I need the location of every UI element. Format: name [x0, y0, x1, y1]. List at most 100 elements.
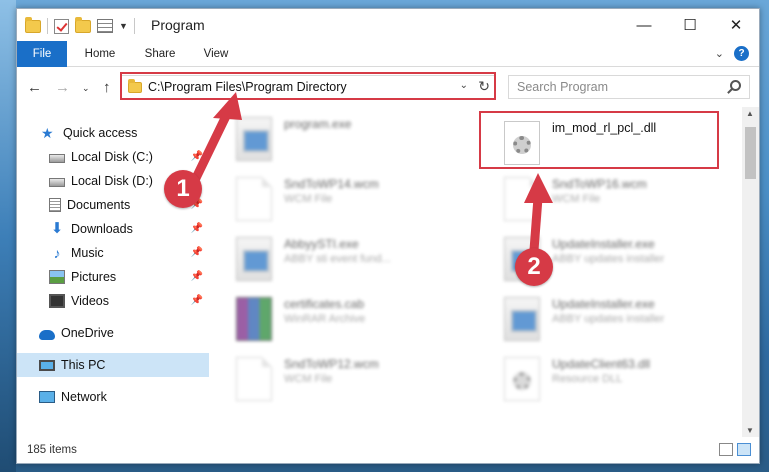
details-view-icon[interactable] — [719, 443, 733, 456]
window-controls: — ☐ ✕ — [621, 9, 759, 41]
sidebar-item-onedrive[interactable]: OneDrive — [17, 321, 209, 345]
file-name: UpdateClient63.dll — [552, 357, 651, 371]
up-arrow-icon[interactable]: ↑ — [103, 79, 111, 96]
archive-file-icon — [236, 297, 272, 341]
file-item[interactable]: SndToWP16.wcm WCM File — [504, 177, 647, 221]
sidebar-item-label: Pictures — [71, 270, 117, 284]
file-desc: WCM File — [552, 193, 601, 205]
quick-access-toolbar: ▼ — [25, 16, 135, 34]
sidebar-item-label: This PC — [61, 358, 106, 372]
tab-file[interactable]: File — [17, 41, 67, 67]
status-bar: 185 items — [17, 437, 759, 463]
exe-file-icon — [236, 117, 272, 161]
expand-ribbon-chevron-icon[interactable]: ⌄ — [715, 47, 724, 60]
file-highlight-box — [479, 111, 719, 169]
navigation-pane: ★ Quick access Local Disk (C:) 📌 Local D… — [17, 107, 210, 437]
sidebar-item-label: Local Disk (C:) — [71, 150, 153, 164]
new-folder-icon[interactable] — [75, 16, 91, 33]
music-icon: ♪ — [53, 245, 61, 261]
sidebar-item-label: Downloads — [71, 222, 133, 236]
sidebar-item-quick-access[interactable]: ★ Quick access — [17, 121, 209, 145]
customize-toolbar-dropdown-icon[interactable]: ▼ — [119, 21, 128, 31]
gear-icon — [513, 372, 531, 390]
window-title: Program — [151, 17, 205, 33]
scroll-down-icon[interactable]: ▼ — [746, 426, 754, 435]
exe-file-icon — [504, 297, 540, 341]
folder-icon[interactable] — [25, 16, 41, 33]
pin-icon: 📌 — [190, 223, 203, 234]
sidebar-item-label: Network — [61, 390, 107, 404]
properties-check-icon[interactable] — [54, 18, 69, 34]
star-icon: ★ — [41, 125, 54, 141]
disk-icon — [49, 153, 65, 163]
tab-share[interactable]: Share — [135, 41, 185, 67]
sidebar-item-local-disk-c[interactable]: Local Disk (C:) 📌 — [17, 145, 209, 169]
tab-view[interactable]: View — [191, 41, 241, 67]
sidebar-item-pictures[interactable]: Pictures 📌 — [17, 265, 209, 289]
document-file-icon — [236, 357, 272, 401]
file-name: SndToWP14.wcm — [284, 177, 379, 191]
file-desc: WinRAR Archive — [284, 313, 366, 325]
sidebar-item-downloads[interactable]: ⬇ Downloads 📌 — [17, 217, 209, 241]
document-file-icon — [236, 177, 272, 221]
ribbon-right-controls: ⌄ ? — [715, 46, 749, 61]
file-desc: WCM File — [284, 373, 333, 385]
close-button[interactable]: ✕ — [713, 9, 759, 41]
file-name: program.exe — [284, 117, 352, 131]
file-name: SndToWP12.wcm — [284, 357, 379, 371]
onedrive-icon — [39, 329, 55, 340]
sidebar-item-label: OneDrive — [61, 326, 114, 340]
title-bar: ▼ Program — ☐ ✕ — [17, 9, 759, 41]
minimize-button[interactable]: — — [621, 9, 667, 41]
recent-locations-dropdown-icon[interactable]: ⌄ — [82, 83, 90, 94]
this-pc-icon — [39, 359, 55, 371]
toolbar-separator — [47, 18, 48, 34]
file-name: UpdateInstaller.exe — [552, 237, 655, 251]
search-input[interactable]: Search Program — [517, 80, 608, 94]
sidebar-item-network[interactable]: Network — [17, 385, 209, 409]
scrollbar-thumb[interactable] — [745, 127, 756, 179]
file-item[interactable]: UpdateInstaller.exe ABBY updates installe… — [504, 297, 664, 341]
file-item[interactable]: program.exe — [236, 117, 351, 161]
scroll-up-icon[interactable]: ▲ — [746, 109, 754, 118]
search-icon[interactable] — [730, 80, 741, 91]
download-icon: ⬇ — [50, 220, 64, 237]
file-item[interactable]: SndToWP14.wcm WCM File — [236, 177, 379, 221]
document-file-icon — [504, 177, 540, 221]
forward-arrow-icon[interactable]: → — [55, 79, 70, 96]
step-1-badge: 1 — [164, 170, 202, 208]
pin-icon: 📌 — [190, 151, 203, 162]
search-box[interactable]: Search Program — [508, 75, 750, 99]
help-icon[interactable]: ? — [734, 46, 749, 61]
sidebar-item-this-pc[interactable]: This PC — [17, 353, 209, 377]
tab-home[interactable]: Home — [75, 41, 125, 67]
pictures-icon — [49, 270, 65, 284]
sidebar-item-label: Local Disk (D:) — [71, 174, 153, 188]
back-arrow-icon[interactable]: ← — [27, 79, 42, 96]
maximize-button[interactable]: ☐ — [667, 9, 713, 41]
sidebar-item-music[interactable]: ♪ Music 📌 — [17, 241, 209, 265]
pin-icon: 📌 — [190, 295, 203, 306]
file-item[interactable]: UpdateClient63.dll Resource DLL — [504, 357, 650, 401]
large-icons-view-icon[interactable] — [737, 443, 751, 456]
sidebar-item-label: Music — [71, 246, 104, 260]
file-desc: Resource DLL — [552, 373, 623, 385]
documents-icon — [49, 198, 61, 212]
pin-icon: 📌 — [190, 271, 203, 282]
videos-icon — [49, 294, 65, 308]
rename-icon[interactable] — [97, 19, 113, 33]
disk-icon — [49, 177, 65, 187]
view-toggle — [719, 443, 751, 456]
file-name: certificates.cab — [284, 297, 365, 311]
file-name: AbbyySTI.exe — [284, 237, 359, 251]
sidebar-item-label: Quick access — [63, 126, 138, 140]
address-highlight-box — [120, 72, 496, 100]
step-2-badge: 2 — [515, 248, 553, 286]
vertical-scrollbar[interactable]: ▲ ▼ — [742, 107, 759, 437]
file-item[interactable]: AbbyySTI.exe ABBY sti event fund... — [236, 237, 391, 281]
sidebar-item-videos[interactable]: Videos 📌 — [17, 289, 209, 313]
dll-file-icon — [504, 357, 540, 401]
file-name: UpdateInstaller.exe — [552, 297, 655, 311]
file-item[interactable]: certificates.cab WinRAR Archive — [236, 297, 365, 341]
file-item[interactable]: SndToWP12.wcm WCM File — [236, 357, 379, 401]
